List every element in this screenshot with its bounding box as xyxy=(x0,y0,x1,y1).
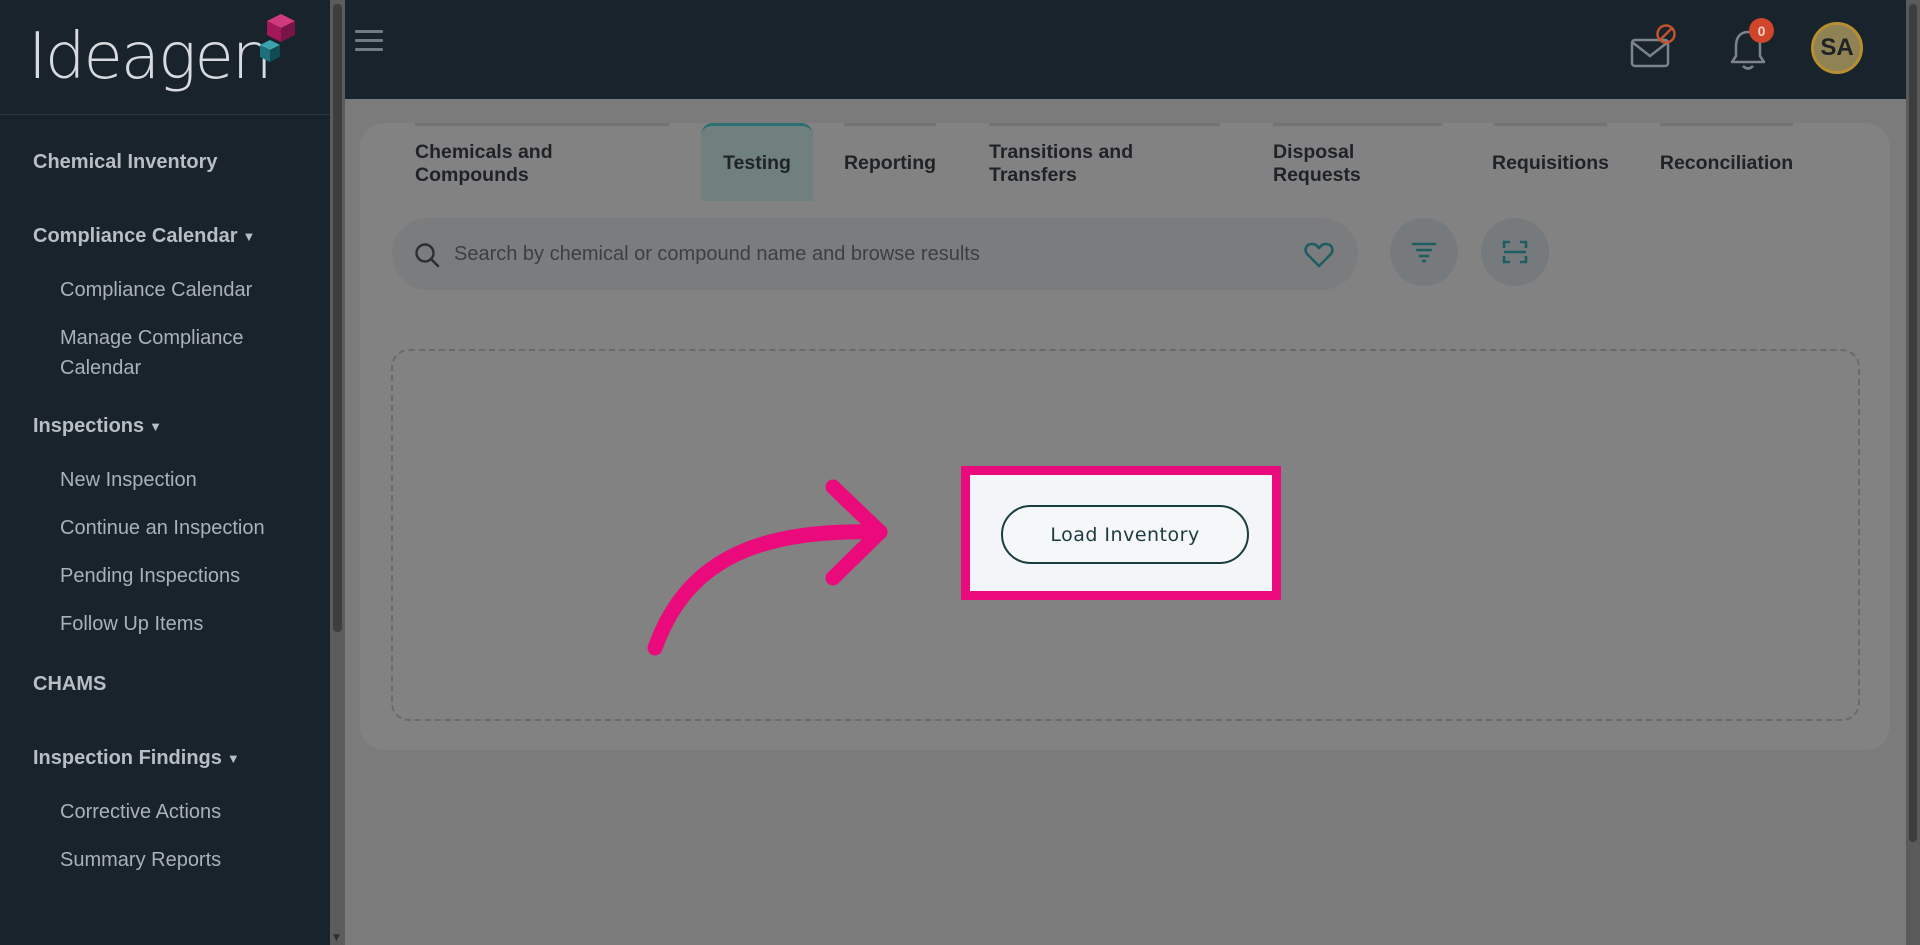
sidebar-item-label: Chemical Inventory xyxy=(33,150,218,173)
sidebar-subitem-manage-compliance-calendar[interactable]: Manage Compliance Calendar xyxy=(0,323,270,383)
tab-testing[interactable]: Testing xyxy=(701,123,813,201)
pointer-arrow-icon xyxy=(647,479,888,656)
filter-icon xyxy=(1411,242,1437,263)
logo-text: Ideagen xyxy=(28,20,272,94)
scroll-down-arrow-icon[interactable]: ▼ xyxy=(333,933,340,943)
search-bar xyxy=(392,218,1358,290)
logo-cubes-icon xyxy=(260,14,295,62)
sidebar-subitem-continue-inspection[interactable]: Continue an Inspection xyxy=(0,513,330,543)
mail-blocked-icon[interactable] xyxy=(1628,24,1680,70)
logo[interactable]: Ideagen xyxy=(0,0,330,115)
tab-reconciliation[interactable]: Reconciliation xyxy=(1660,123,1793,201)
search-icon xyxy=(415,243,440,268)
sidebar-item-compliance-calendar[interactable]: Compliance Calendar ▼ xyxy=(0,219,330,253)
caret-down-icon: ▼ xyxy=(226,750,240,766)
sidebar-item-chams[interactable]: CHAMS xyxy=(0,667,330,701)
sidebar-item-label: CHAMS xyxy=(33,672,107,695)
top-bar: 0 SA xyxy=(345,0,1906,99)
caret-down-icon: ▼ xyxy=(149,418,163,434)
sidebar-item-label: Compliance Calendar xyxy=(33,224,238,247)
tab-disposal-requests[interactable]: Disposal Requests xyxy=(1273,123,1442,201)
tab-transitions-and-transfers[interactable]: Transitions and Transfers xyxy=(989,123,1220,201)
notification-count-badge: 0 xyxy=(1749,18,1774,43)
scrollbar-thumb[interactable] xyxy=(333,4,342,632)
sidebar-item-inspections[interactable]: Inspections ▼ xyxy=(0,409,330,443)
sidebar-subitem-compliance-calendar[interactable]: Compliance Calendar xyxy=(0,275,330,305)
sidebar-subitem-summary-reports[interactable]: Summary Reports xyxy=(0,845,330,875)
caret-down-icon: ▼ xyxy=(242,228,256,244)
hamburger-menu-icon[interactable] xyxy=(355,30,383,58)
page-scrollbar[interactable] xyxy=(1906,0,1920,945)
sidebar-item-label: Inspection Findings xyxy=(33,746,222,769)
tab-requisitions[interactable]: Requisitions xyxy=(1492,123,1609,201)
sidebar-subitem-new-inspection[interactable]: New Inspection xyxy=(0,465,330,495)
sidebar-subitem-corrective-actions[interactable]: Corrective Actions xyxy=(0,797,330,827)
tab-reporting[interactable]: Reporting xyxy=(844,123,936,201)
tab-bar: Chemicals and Compounds Testing Reportin… xyxy=(360,123,1890,201)
user-avatar[interactable]: SA xyxy=(1811,22,1863,74)
main-card: Chemicals and Compounds Testing Reportin… xyxy=(360,123,1890,750)
scan-icon xyxy=(1502,240,1528,264)
sidebar-item-inspection-findings[interactable]: Inspection Findings ▼ xyxy=(0,741,330,775)
search-input[interactable] xyxy=(454,218,1274,290)
sidebar-item-label: Inspections xyxy=(33,414,145,437)
sidebar-item-chemical-inventory[interactable]: Chemical Inventory xyxy=(0,145,330,179)
filter-button[interactable] xyxy=(1390,218,1458,286)
tab-chemicals-and-compounds[interactable]: Chemicals and Compounds xyxy=(415,123,669,201)
sidebar-subitem-pending-inspections[interactable]: Pending Inspections xyxy=(0,561,330,591)
scrollbar-thumb[interactable] xyxy=(1909,4,1917,842)
heart-icon[interactable] xyxy=(1304,242,1334,268)
sidebar-scrollbar[interactable]: ▼ xyxy=(330,0,345,945)
sidebar: Ideagen Chemical Inventory Compliance Ca… xyxy=(0,0,330,945)
sidebar-subitem-follow-up-items[interactable]: Follow Up Items xyxy=(0,609,330,639)
sidebar-nav: Chemical Inventory Compliance Calendar ▼… xyxy=(0,115,330,875)
scan-button[interactable] xyxy=(1481,218,1549,286)
load-inventory-button[interactable]: Load Inventory xyxy=(1001,505,1249,564)
